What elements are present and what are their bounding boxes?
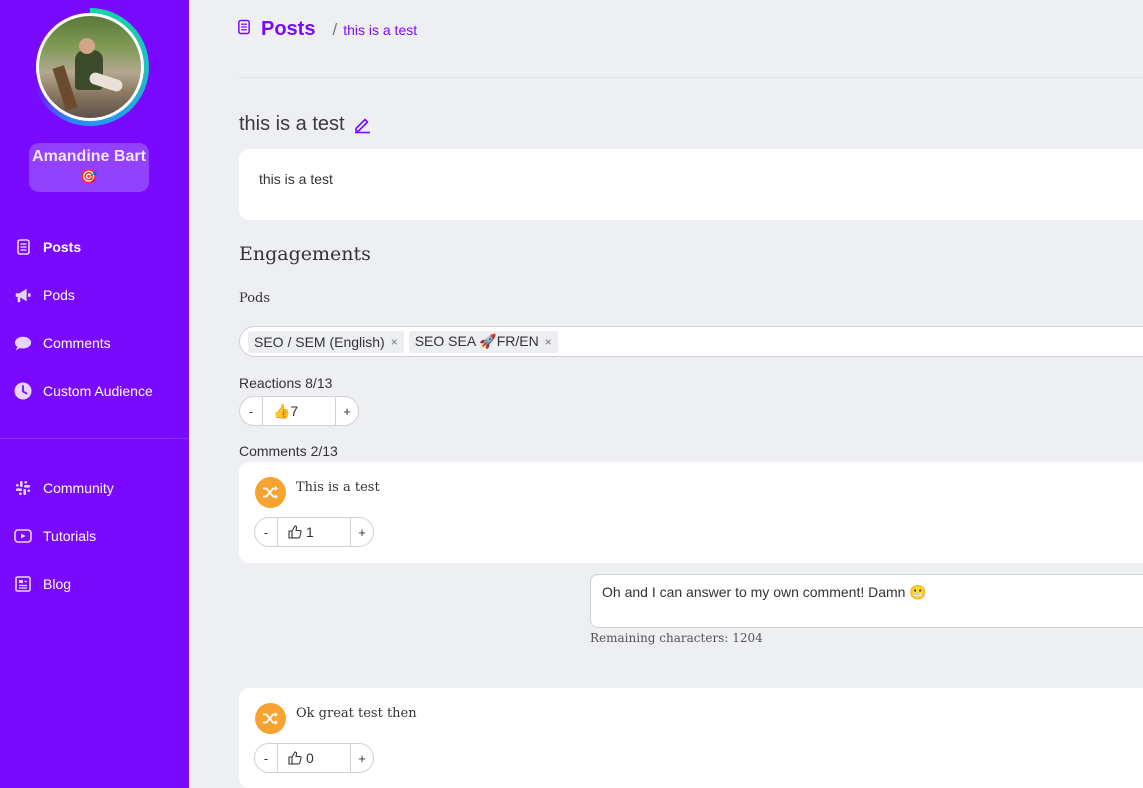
sidebar-item-community[interactable]: Community: [0, 464, 189, 512]
sidebar-item-label: Custom Audience: [43, 383, 153, 399]
post-title-row: this is a test: [239, 113, 372, 136]
sidebar-item-label: Tutorials: [43, 528, 97, 544]
pod-chip-label: SEO / SEM (English): [254, 333, 385, 350]
comments-label: Comments 2/13: [239, 443, 338, 459]
sidebar-item-comments[interactable]: Comments: [0, 319, 189, 367]
increment-button[interactable]: +: [351, 744, 373, 772]
post-body: this is a test: [239, 149, 1143, 220]
like-stepper: - 0 +: [254, 743, 374, 773]
header-divider: [239, 77, 1143, 78]
edit-pencil-icon[interactable]: [353, 115, 372, 134]
shuffle-icon: [255, 477, 286, 508]
secondary-nav: Community Tutorials Blog: [0, 464, 189, 608]
comment-text: Ok great test then: [296, 706, 417, 721]
document-icon: [14, 238, 32, 256]
like-value[interactable]: 1: [277, 518, 351, 546]
sidebar-item-tutorials[interactable]: Tutorials: [0, 512, 189, 560]
sidebar-item-label: Blog: [43, 576, 72, 592]
document-icon: [237, 19, 251, 40]
comment-card: Ok great test then - 0 +: [239, 688, 1143, 788]
reactions-value[interactable]: 👍7: [262, 397, 336, 425]
breadcrumb: Posts / this is a test: [237, 18, 417, 41]
reactions-stepper: - 👍7 +: [239, 396, 359, 426]
breadcrumb-root[interactable]: Posts: [261, 18, 315, 41]
sidebar-item-custom-audience[interactable]: Custom Audience: [0, 367, 189, 415]
slack-icon: [14, 479, 32, 497]
thumbs-up-icon: [288, 525, 302, 539]
avatar[interactable]: [31, 8, 149, 126]
user-profile-box[interactable]: Amandine Bart 🎯: [29, 143, 149, 192]
pods-label: Pods: [239, 291, 271, 306]
avatar-photo: [39, 16, 141, 118]
sidebar-item-label: Posts: [43, 239, 82, 255]
section-title-engagements: Engagements: [239, 243, 371, 265]
newspaper-icon: [14, 575, 32, 593]
decrement-button[interactable]: -: [255, 744, 277, 772]
like-count: 1: [306, 524, 314, 540]
pod-chip: SEO / SEM (English) ×: [248, 330, 404, 353]
youtube-icon: [14, 527, 32, 545]
pod-chip-label: SEO SEA 🚀FR/EN: [414, 333, 539, 349]
comment-card: This is a test - 1 +: [239, 462, 1143, 563]
megaphone-icon: [14, 286, 32, 304]
like-count: 0: [306, 750, 314, 766]
clock-icon: [14, 382, 32, 400]
remove-chip-icon[interactable]: ×: [391, 335, 398, 349]
sidebar-item-label: Community: [43, 480, 114, 496]
sidebar-item-blog[interactable]: Blog: [0, 560, 189, 608]
increment-button[interactable]: +: [336, 397, 358, 425]
decrement-button[interactable]: -: [240, 397, 262, 425]
main-nav: Posts Pods Comments Custom Audience: [0, 223, 189, 415]
sidebar-item-label: Pods: [43, 287, 75, 303]
reply-textarea[interactable]: Oh and I can answer to my own comment! D…: [590, 574, 1143, 628]
main-content: Posts / this is a test this is a test th…: [189, 0, 1143, 788]
post-title: this is a test: [239, 113, 345, 135]
pod-chip: SEO SEA 🚀FR/EN ×: [408, 330, 558, 353]
breadcrumb-current: this is a test: [343, 21, 418, 38]
speech-bubble-icon: [14, 334, 32, 352]
sidebar-item-label: Comments: [43, 335, 111, 351]
sidebar-item-posts[interactable]: Posts: [0, 223, 189, 271]
pods-multiselect[interactable]: SEO / SEM (English) × SEO SEA 🚀FR/EN ×: [239, 326, 1143, 357]
nav-divider: [0, 438, 189, 439]
sidebar-item-pods[interactable]: Pods: [0, 271, 189, 319]
decrement-button[interactable]: -: [255, 518, 277, 546]
remove-chip-icon[interactable]: ×: [545, 335, 552, 349]
thumbs-up-icon: [288, 751, 302, 765]
comment-text: This is a test: [296, 480, 380, 495]
breadcrumb-separator: /: [332, 19, 338, 39]
like-value[interactable]: 0: [277, 744, 351, 772]
user-name: Amandine Bart: [32, 148, 146, 165]
remaining-characters: Remaining characters: 1204: [590, 631, 763, 645]
shuffle-icon: [255, 703, 286, 734]
like-stepper: - 1 +: [254, 517, 374, 547]
sidebar: Amandine Bart 🎯 Posts Pods Comments Cust…: [0, 0, 189, 788]
target-badge-icon: 🎯: [80, 168, 98, 184]
reactions-label: Reactions 8/13: [239, 375, 333, 391]
increment-button[interactable]: +: [351, 518, 373, 546]
